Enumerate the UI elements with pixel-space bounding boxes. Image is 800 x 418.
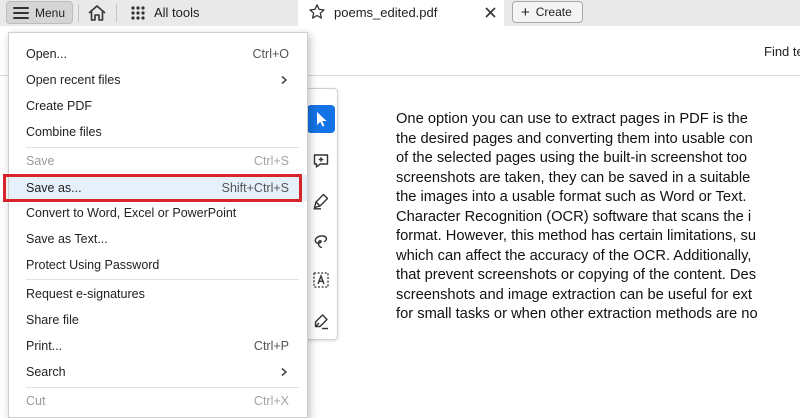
add-comment-icon — [313, 154, 329, 168]
text-select-tool[interactable] — [307, 266, 335, 294]
menu-item-create-pdf[interactable]: Create PDF — [9, 93, 307, 119]
document-line: format. However, this method has certain… — [396, 228, 756, 244]
menu-item-protect-password[interactable]: Protect Using Password — [9, 252, 307, 278]
close-icon[interactable] — [484, 6, 497, 19]
tab-separator — [78, 4, 79, 22]
menu-icon — [13, 6, 29, 19]
select-arrow-icon — [317, 112, 327, 127]
menu-button-label: Menu — [35, 5, 66, 20]
highlighter-icon — [313, 193, 329, 210]
menu-divider — [26, 279, 299, 280]
highlight-tool[interactable] — [307, 187, 335, 215]
text-select-icon — [313, 272, 329, 288]
star-icon[interactable] — [308, 3, 326, 21]
menu-item-print[interactable]: Print... Ctrl+P — [9, 333, 307, 359]
menu-item-save[interactable]: Save Ctrl+S — [9, 148, 307, 174]
menu-item-cut[interactable]: Cut Ctrl+X — [9, 388, 307, 414]
menu-item-combine-files[interactable]: Combine files — [9, 119, 307, 145]
find-text-label[interactable]: Find te — [764, 44, 800, 59]
all-tools-tab[interactable]: All tools — [154, 5, 200, 20]
document-line: screenshots and image extraction can be … — [396, 286, 752, 303]
home-icon[interactable] — [86, 3, 108, 23]
apps-grid-icon[interactable] — [131, 6, 145, 20]
main-menu-dropdown: Open... Ctrl+O Open recent files Create … — [8, 32, 308, 418]
tab-separator — [116, 4, 117, 22]
select-tool[interactable] — [307, 105, 335, 133]
menu-item-open-recent[interactable]: Open recent files — [9, 67, 307, 93]
document-line: for small tasks or when other extraction… — [396, 306, 758, 322]
plus-icon: + — [521, 3, 530, 21]
menu-button[interactable]: Menu — [6, 1, 73, 24]
document-tab[interactable]: poems_edited.pdf — [298, 0, 504, 26]
draw-tool[interactable] — [307, 227, 335, 255]
sign-pen-icon — [314, 314, 328, 330]
chevron-right-icon — [281, 75, 288, 85]
document-tab-title: poems_edited.pdf — [334, 5, 438, 20]
document-line: One option you can use to extract pages … — [396, 111, 748, 127]
document-line: Character Recognition (OCR) software tha… — [396, 208, 752, 225]
document-line: the images into a usable format such as … — [396, 189, 747, 205]
create-button[interactable]: + Create — [512, 1, 583, 23]
document-line: the desired pages and converting them in… — [396, 130, 753, 147]
menu-item-share-file[interactable]: Share file — [9, 307, 307, 333]
draw-lasso-icon — [314, 235, 328, 249]
menu-item-open[interactable]: Open... Ctrl+O — [9, 41, 307, 67]
document-line: that prevent screenshots or copying of t… — [396, 267, 757, 283]
menu-item-search[interactable]: Search — [9, 359, 307, 385]
sign-tool[interactable] — [307, 307, 335, 335]
document-line: of the selected pages using the built-in… — [396, 150, 748, 166]
menu-item-save-as-text[interactable]: Save as Text... — [9, 226, 307, 252]
menu-item-convert[interactable]: Convert to Word, Excel or PowerPoint — [9, 200, 307, 226]
document-line: screenshots are taken, they can be saved… — [396, 169, 751, 186]
highlight-annotation-box — [3, 174, 302, 202]
chevron-right-icon — [281, 367, 288, 377]
add-comment-tool[interactable] — [307, 147, 335, 175]
document-line: which can affect the accuracy of the OCR… — [396, 247, 752, 264]
create-button-label: Create — [535, 5, 572, 19]
document-page-text[interactable]: One option you can use to extract pages … — [396, 110, 800, 325]
tab-bar: Menu All tools poems_edited.pdf + Create — [0, 0, 800, 26]
menu-item-request-esignatures[interactable]: Request e-signatures — [9, 281, 307, 307]
